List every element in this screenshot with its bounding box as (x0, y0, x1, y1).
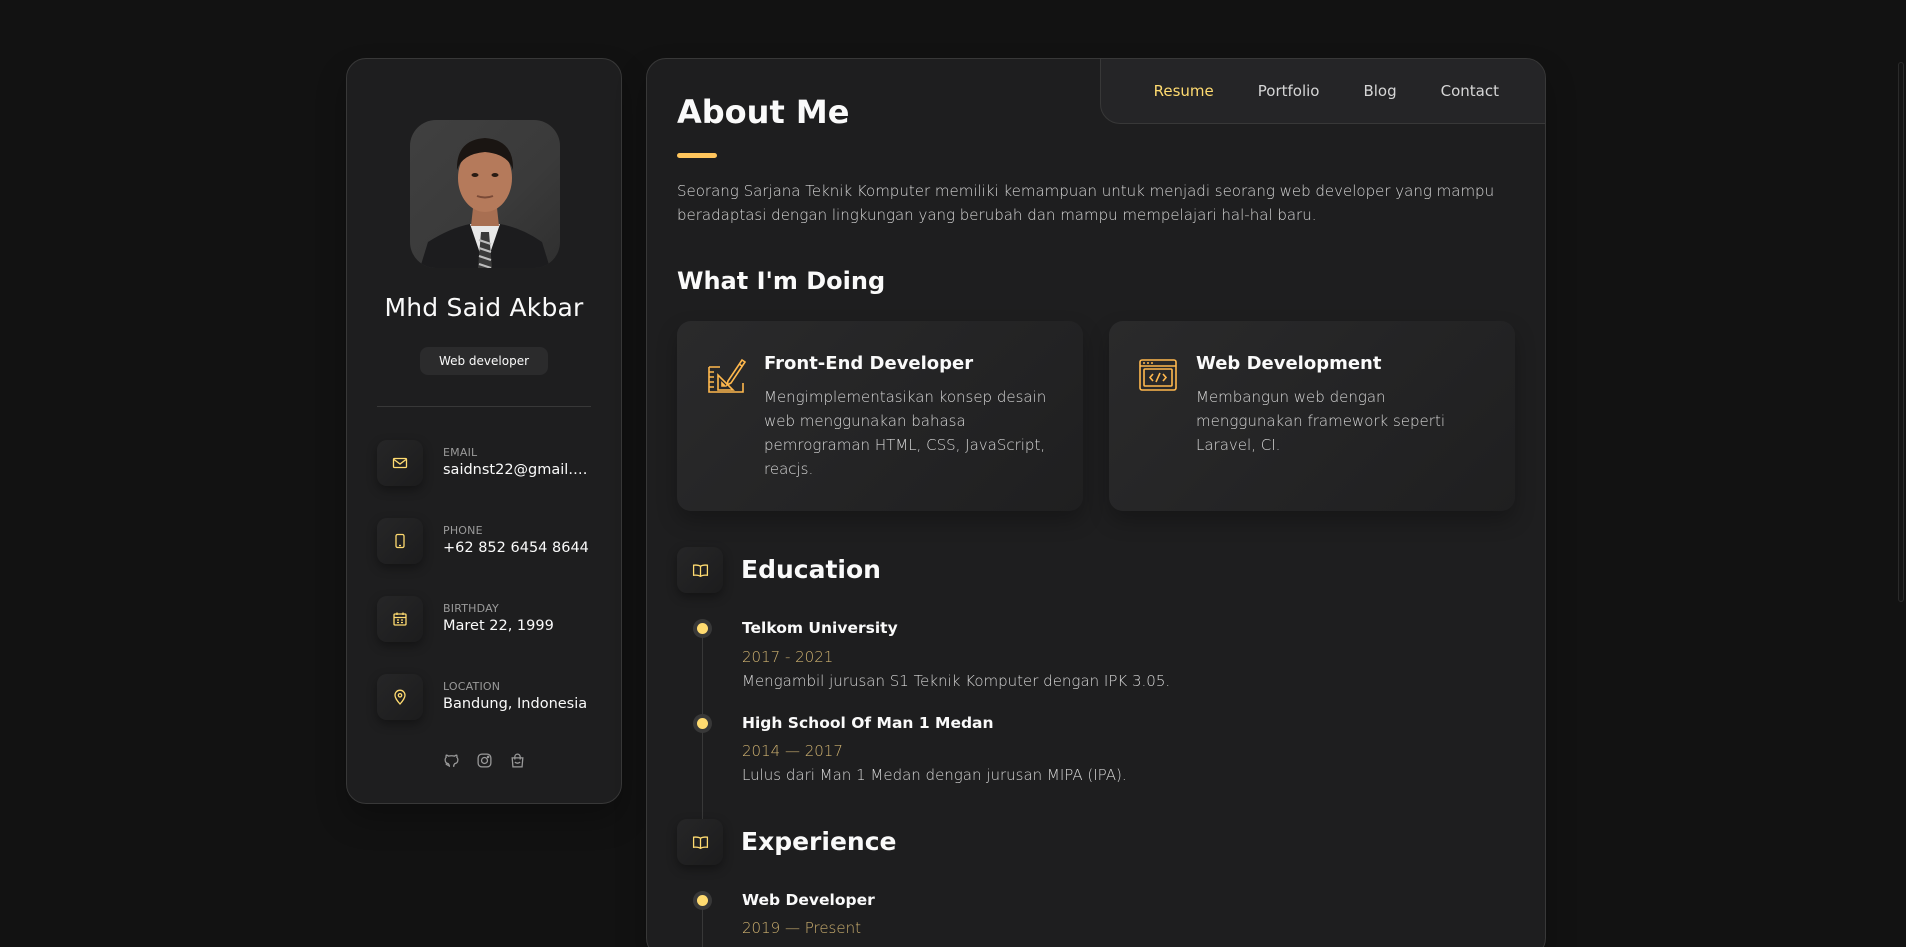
service-card: Web Development Membangun web dengan men… (1109, 321, 1515, 511)
timeline-dot (697, 623, 708, 634)
scrollbar[interactable] (1898, 62, 1904, 602)
timeline-item-date: 2017 - 2021 (742, 648, 834, 666)
timeline-item-date: 2019 — Present (742, 919, 861, 937)
contact-birthday: Birthday Maret 22, 1999 (377, 596, 597, 644)
contact-phone[interactable]: Phone +62 852 6454 8644 (377, 518, 597, 566)
birthday-value: Maret 22, 1999 (443, 618, 554, 634)
timeline-line (702, 629, 703, 839)
profile-name: Mhd Said Akbar (384, 293, 584, 322)
timeline-dot (697, 895, 708, 906)
contact-label: Birthday (443, 602, 499, 615)
nav-contact[interactable]: Contact (1441, 82, 1499, 100)
social-list (347, 751, 621, 770)
avatar (410, 120, 560, 268)
mail-icon (377, 440, 423, 486)
timeline-dot (697, 718, 708, 729)
profile-title-badge: Web developer (420, 347, 548, 375)
service-title: Web Development (1196, 353, 1382, 374)
timeline-item-title: Telkom University (742, 619, 898, 637)
service-title: Front-End Developer (764, 353, 974, 374)
contact-label: Email (443, 446, 478, 459)
education-title: Education (741, 555, 881, 584)
nav-portfolio[interactable]: Portfolio (1258, 82, 1320, 100)
service-text: Mengimplementasikan konsep desain web me… (764, 388, 1047, 478)
separator (377, 406, 591, 407)
timeline-item-title: High School Of Man 1 Medan (742, 714, 994, 732)
service-card: Front-End Developer Mengimplementasikan … (677, 321, 1083, 511)
phone-icon (377, 518, 423, 564)
timeline-item-text: Lulus dari Man 1 Medan dengan jurusan MI… (742, 766, 1127, 784)
phone-link[interactable]: +62 852 6454 8644 (443, 540, 593, 556)
experience-header: Experience (677, 819, 1077, 867)
book-icon (677, 547, 723, 593)
shopping-bag-icon[interactable] (508, 751, 527, 770)
timeline-item-date: 2014 — 2017 (742, 742, 843, 760)
calendar-icon (377, 596, 423, 642)
nav-resume[interactable]: Resume (1154, 82, 1214, 100)
github-icon[interactable] (442, 751, 461, 770)
contact-email[interactable]: Email saidnst22@gmail.com (377, 440, 597, 488)
location-value: Bandung, Indonesia (443, 696, 588, 712)
timeline-item-text: Mengambil jurusan S1 Teknik Komputer den… (742, 672, 1171, 690)
nav-blog[interactable]: Blog (1363, 82, 1396, 100)
instagram-icon[interactable] (475, 751, 494, 770)
services-title: What I'm Doing (677, 267, 886, 295)
book-icon (677, 819, 723, 865)
page-title: About Me (677, 93, 850, 131)
design-icon (706, 355, 747, 395)
sidebar: Mhd Said Akbar Web developer Email saidn… (346, 58, 622, 804)
email-link[interactable]: saidnst22@gmail.com (443, 462, 593, 478)
location-icon (377, 674, 423, 720)
service-text: Membangun web dengan menggunakan framewo… (1196, 388, 1446, 454)
education-header: Education (677, 547, 1077, 595)
contact-location: Location Bandung, Indonesia (377, 674, 597, 722)
main-content: Resume Portfolio Blog Contact About Me S… (646, 58, 1546, 947)
experience-title: Experience (741, 827, 897, 856)
title-underline (677, 153, 717, 158)
timeline-item-title: Web Developer (742, 891, 875, 909)
about-text: Seorang Sarjana Teknik Komputer memiliki… (677, 182, 1495, 224)
navbar: Resume Portfolio Blog Contact (1100, 59, 1545, 124)
timeline-line (702, 901, 703, 947)
code-window-icon (1138, 355, 1178, 395)
contact-label: Location (443, 680, 501, 693)
contact-label: Phone (443, 524, 483, 537)
